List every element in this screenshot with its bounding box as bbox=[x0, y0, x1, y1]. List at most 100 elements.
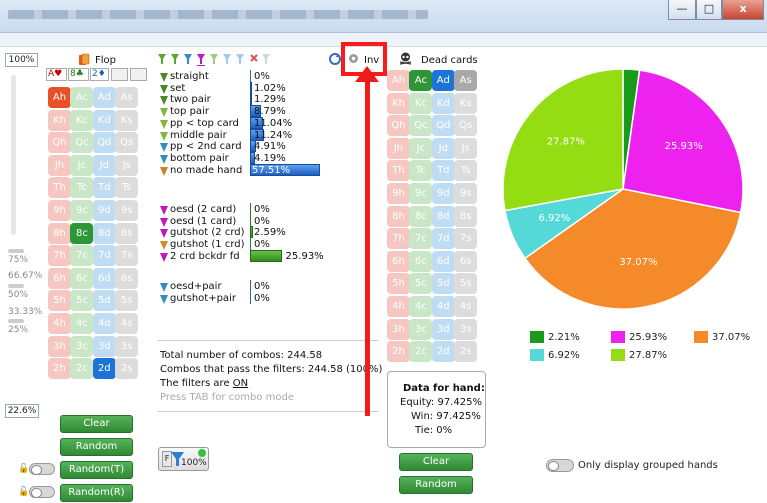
category-label[interactable]: oesd (1 card) bbox=[170, 216, 236, 227]
dead-card-3s[interactable]: 3s bbox=[454, 318, 478, 340]
filter-funnel-icon[interactable] bbox=[160, 166, 168, 176]
dead-card-Ac[interactable]: Ac bbox=[409, 70, 433, 91]
maximize-button[interactable]: □ bbox=[696, 0, 722, 20]
dead-card-3h[interactable]: 3h bbox=[387, 318, 410, 340]
dead-card-Ks[interactable]: Ks bbox=[454, 92, 478, 114]
dead-card-Jc[interactable]: Jc bbox=[409, 137, 433, 159]
dead-card-4c[interactable]: 4c bbox=[409, 296, 433, 317]
board-card-Qc[interactable]: Qc bbox=[70, 132, 94, 154]
board-card-5s[interactable]: 5s bbox=[115, 290, 139, 312]
random-r-button[interactable]: Random(R) bbox=[60, 484, 133, 502]
board-card-3s[interactable]: 3s bbox=[115, 335, 139, 357]
dead-card-7h[interactable]: 7h bbox=[387, 228, 410, 250]
dead-card-8d[interactable]: 8d bbox=[431, 205, 455, 227]
dead-card-6s[interactable]: 6s bbox=[454, 250, 478, 272]
dead-card-Js[interactable]: Js bbox=[454, 137, 478, 159]
dead-card-9s[interactable]: 9s bbox=[454, 183, 478, 204]
dead-card-9h[interactable]: 9h bbox=[387, 183, 410, 204]
dead-card-Kd[interactable]: Kd bbox=[431, 92, 455, 114]
dead-card-4d[interactable]: 4d bbox=[431, 296, 455, 317]
dead-card-Qh[interactable]: Qh bbox=[387, 115, 410, 137]
dead-card-Jd[interactable]: Jd bbox=[431, 137, 455, 159]
board-card-Kc[interactable]: Kc bbox=[70, 109, 94, 131]
board-card-5c[interactable]: 5c bbox=[70, 290, 94, 312]
filter-funnel-icon[interactable] bbox=[160, 108, 168, 118]
board-card-5h[interactable]: 5h bbox=[48, 290, 71, 312]
board-card-6c[interactable]: 6c bbox=[70, 267, 94, 289]
dead-clear-button[interactable]: Clear bbox=[399, 453, 473, 471]
board-card-Th[interactable]: Th bbox=[48, 177, 71, 199]
board-card-3d[interactable]: 3d bbox=[92, 335, 116, 357]
filter-funnel-icon[interactable] bbox=[160, 131, 168, 141]
board-card-Ts[interactable]: Ts bbox=[115, 177, 139, 199]
refresh-icon[interactable] bbox=[329, 53, 341, 65]
board-card-9h[interactable]: 9h bbox=[48, 200, 71, 221]
board-card-4h[interactable]: 4h bbox=[48, 313, 71, 334]
filters-state-value[interactable]: ON bbox=[233, 378, 248, 389]
filter-funnel-icon[interactable] bbox=[160, 206, 168, 215]
dead-card-As[interactable]: As bbox=[454, 70, 478, 91]
board-card-Ah[interactable]: Ah bbox=[48, 87, 71, 108]
dead-card-2d[interactable]: 2d bbox=[431, 341, 455, 363]
category-label[interactable]: top pair bbox=[170, 106, 209, 117]
category-label[interactable]: bottom pair bbox=[170, 153, 229, 164]
board-card-6d[interactable]: 6d bbox=[92, 267, 116, 289]
dead-card-7d[interactable]: 7d bbox=[431, 228, 455, 250]
board-card-5d[interactable]: 5d bbox=[92, 290, 116, 312]
board-card-7c[interactable]: 7c bbox=[70, 245, 94, 267]
category-label[interactable]: no made hand bbox=[170, 165, 242, 176]
filter-funnel-icon[interactable] bbox=[160, 229, 168, 239]
dead-card-Th[interactable]: Th bbox=[387, 160, 410, 182]
board-slot-2[interactable]: 8♣ bbox=[68, 68, 89, 81]
random-t-toggle[interactable] bbox=[29, 463, 55, 475]
board-card-8s[interactable]: 8s bbox=[115, 222, 139, 244]
dead-card-Kh[interactable]: Kh bbox=[387, 92, 410, 114]
board-card-4c[interactable]: 4c bbox=[70, 313, 94, 334]
dead-card-Qs[interactable]: Qs bbox=[454, 115, 478, 137]
board-card-Tc[interactable]: Tc bbox=[70, 177, 94, 199]
board-card-8c[interactable]: 8c bbox=[70, 222, 94, 244]
dead-card-5h[interactable]: 5h bbox=[387, 273, 410, 295]
dead-card-Jh[interactable]: Jh bbox=[387, 137, 410, 159]
dead-card-Td[interactable]: Td bbox=[431, 160, 455, 182]
filter-funnel-icon[interactable] bbox=[160, 84, 168, 94]
dead-card-8s[interactable]: 8s bbox=[454, 205, 478, 227]
filter-funnel-icon[interactable] bbox=[160, 252, 168, 262]
board-card-Kd[interactable]: Kd bbox=[92, 109, 116, 131]
dead-card-2h[interactable]: 2h bbox=[387, 341, 410, 363]
category-label[interactable]: two pair bbox=[170, 94, 211, 105]
dead-card-Kc[interactable]: Kc bbox=[409, 92, 433, 114]
board-card-9c[interactable]: 9c bbox=[70, 200, 94, 221]
zoom-bottom-field[interactable]: 22.6% bbox=[5, 404, 39, 418]
dead-card-Ts[interactable]: Ts bbox=[454, 160, 478, 182]
category-label[interactable]: set bbox=[170, 83, 185, 94]
board-card-2c[interactable]: 2c bbox=[70, 358, 94, 380]
filter-funnel-icon[interactable] bbox=[160, 217, 168, 227]
board-card-8h[interactable]: 8h bbox=[48, 222, 71, 244]
dead-card-2s[interactable]: 2s bbox=[454, 341, 478, 363]
board-card-Ac[interactable]: Ac bbox=[70, 87, 94, 108]
board-card-9s[interactable]: 9s bbox=[115, 200, 139, 221]
filter-funnel-icon[interactable] bbox=[160, 241, 168, 251]
board-card-4d[interactable]: 4d bbox=[92, 313, 116, 334]
category-label[interactable]: gutshot+pair bbox=[170, 293, 236, 304]
dead-card-7c[interactable]: 7c bbox=[409, 228, 433, 250]
filter-toggle-button[interactable]: F 100% bbox=[158, 447, 209, 471]
random-t-button[interactable]: Random(T) bbox=[60, 461, 133, 479]
range-slider-track[interactable] bbox=[11, 75, 16, 235]
dead-card-Ah[interactable]: Ah bbox=[387, 70, 410, 91]
board-card-6h[interactable]: 6h bbox=[48, 267, 71, 289]
board-random-button[interactable]: Random bbox=[60, 438, 133, 456]
board-card-4s[interactable]: 4s bbox=[115, 313, 139, 334]
zoom-top-field[interactable]: 100% bbox=[5, 53, 38, 67]
filter-funnel-icon[interactable] bbox=[160, 96, 168, 106]
board-card-Js[interactable]: Js bbox=[115, 154, 139, 176]
dead-card-7s[interactable]: 7s bbox=[454, 228, 478, 250]
dead-card-3c[interactable]: 3c bbox=[409, 318, 433, 340]
board-card-Ad[interactable]: Ad bbox=[92, 87, 116, 108]
dead-card-Tc[interactable]: Tc bbox=[409, 160, 433, 182]
close-button[interactable]: x bbox=[722, 0, 764, 20]
dead-card-5s[interactable]: 5s bbox=[454, 273, 478, 295]
board-card-Td[interactable]: Td bbox=[92, 177, 116, 199]
category-label[interactable]: gutshot (2 crd) bbox=[170, 227, 245, 238]
